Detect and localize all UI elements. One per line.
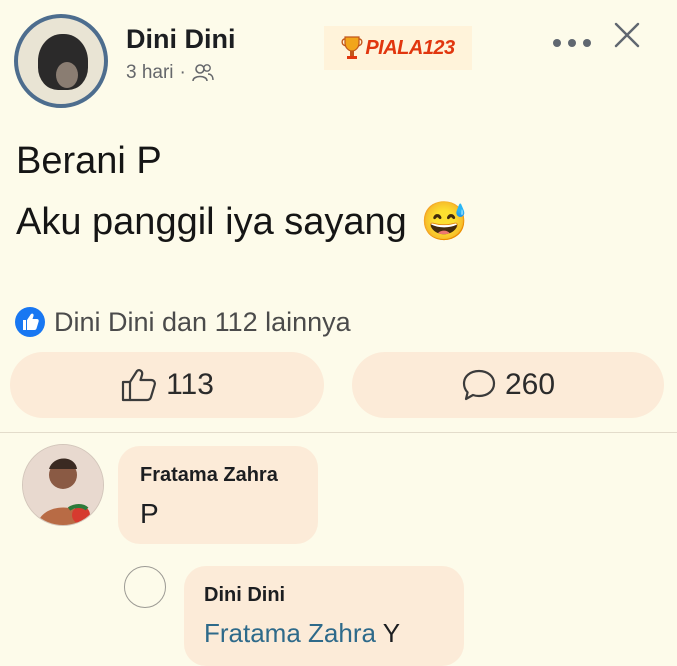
comment-button[interactable]: 260 (352, 352, 664, 418)
reactions-text: Dini Dini dan 112 lainnya (54, 306, 351, 337)
like-count: 113 (166, 368, 214, 401)
like-reaction-icon (15, 307, 45, 337)
friends-icon (192, 64, 214, 82)
watermark-text: PIALA123 (365, 36, 455, 59)
grinning-sweat-emoji: 😅 (420, 201, 469, 243)
comment-count: 260 (504, 368, 556, 401)
avatar-face (56, 62, 78, 88)
reply-mention-link[interactable]: Fratama Zahra (204, 618, 376, 648)
commenter-photo (23, 445, 103, 525)
reactions-summary[interactable]: Dini Dini dan 112 lainnya (14, 306, 351, 338)
comment-bubble-icon (462, 369, 496, 401)
post-text-line-2: Aku panggil iya sayang (16, 200, 407, 243)
reply-author-avatar[interactable] (124, 566, 166, 608)
like-button[interactable]: 113 (10, 352, 324, 418)
reply-author[interactable]: Dini Dini (204, 584, 285, 607)
author-avatar[interactable] (14, 14, 108, 108)
more-options-icon[interactable] (552, 38, 592, 48)
watermark-logo: PIALA123 (324, 26, 472, 70)
reply-text: Y (375, 618, 401, 648)
post-meta: 3 hari · (126, 62, 214, 84)
post-text-line-1: Berani P (16, 140, 162, 182)
section-divider (0, 432, 677, 433)
comment-text: P (140, 498, 159, 529)
reply-bubble[interactable]: Dini Dini Fratama Zahra Y (184, 566, 464, 666)
meta-separator: · (179, 62, 186, 83)
author-name[interactable]: Dini Dini (126, 24, 236, 55)
reply-text-row: Fratama Zahra Y (204, 618, 400, 649)
comment-bubble[interactable]: Fratama Zahra P (118, 446, 318, 544)
post-time[interactable]: 3 hari (126, 62, 174, 84)
trophy-icon (341, 36, 363, 59)
close-icon[interactable] (612, 20, 642, 50)
post-text-line-2-row: Aku panggil iya sayang 😅 (16, 200, 468, 244)
commenter-avatar[interactable] (22, 444, 104, 526)
thumbs-up-icon (121, 369, 157, 402)
comment-author[interactable]: Fratama Zahra (140, 464, 278, 487)
